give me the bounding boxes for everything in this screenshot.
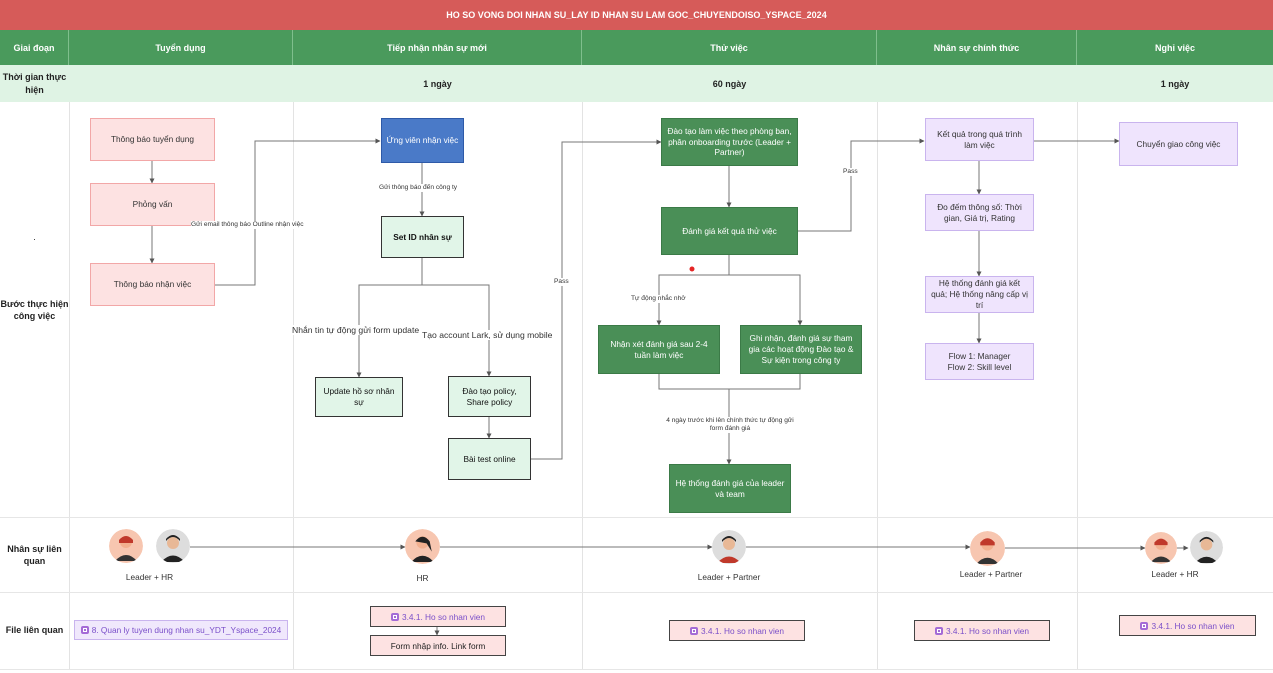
avatar-male-icon bbox=[156, 529, 190, 563]
file-link-label: 3.4.1. Ho so nhan vien bbox=[1151, 620, 1235, 631]
file-link-input-form[interactable]: Form nhập info. Link form bbox=[370, 635, 506, 656]
node-set-id[interactable]: Set ID nhân sự bbox=[381, 216, 464, 258]
node-flow[interactable]: Flow 1: Manager Flow 2: Skill level bbox=[925, 343, 1034, 380]
node-online-test[interactable]: Bài test online bbox=[448, 438, 531, 480]
node-department-training[interactable]: Đào tạo làm việc theo phòng ban, phân on… bbox=[661, 118, 798, 166]
edge-label-pass: Pass bbox=[554, 278, 569, 286]
edge-label-create-account: Tạo account Lark, sử dụng mobile bbox=[422, 330, 553, 340]
edge-label-four-days: 4 ngày trước khi lên chính thức tự động … bbox=[664, 417, 796, 433]
document-icon bbox=[80, 626, 89, 634]
avatar-male-icon bbox=[1190, 531, 1223, 564]
document-icon bbox=[934, 626, 943, 635]
file-link-profile-official[interactable]: 3.4.1. Ho so nhan vien bbox=[914, 620, 1050, 641]
edge-label-notify-company: Gửi thông báo đến công ty bbox=[379, 184, 458, 192]
edge-label-auto-message: Nhắn tin tự động gửi form update bbox=[292, 325, 420, 335]
file-link-label: Form nhập info. Link form bbox=[390, 640, 486, 651]
document-icon bbox=[689, 626, 698, 635]
people-label-probation: Leader + Partner bbox=[697, 572, 761, 582]
file-link-profile-probation[interactable]: 3.4.1. Ho so nhan vien bbox=[669, 620, 805, 641]
node-promotion-system[interactable]: Hệ thống đánh giá kết quả; Hệ thống nâng… bbox=[925, 276, 1034, 313]
node-probation-review[interactable]: Đánh giá kết quả thử việc bbox=[661, 207, 798, 255]
people-label-official: Leader + Partner bbox=[959, 569, 1023, 579]
node-job-posting[interactable]: Thông báo tuyển dụng bbox=[90, 118, 215, 161]
document-icon bbox=[390, 612, 399, 621]
avatar-female-icon bbox=[1145, 532, 1177, 564]
document-icon bbox=[1140, 621, 1149, 630]
node-work-results[interactable]: Kết quả trong quá trình làm việc bbox=[925, 118, 1034, 161]
node-job-offer[interactable]: Thông báo nhận việc bbox=[90, 263, 215, 306]
file-link-recruitment[interactable]: 8. Quan ly tuyen dung nhan su_YDT_Yspace… bbox=[74, 620, 288, 640]
avatar-female-icon bbox=[109, 529, 143, 563]
node-candidate-accepts[interactable]: Ứng viên nhận việc bbox=[381, 118, 464, 163]
node-activity-participation[interactable]: Ghi nhận, đánh giá sự tham gia các hoạt … bbox=[740, 325, 862, 374]
node-update-profile[interactable]: Update hồ sơ nhân sự bbox=[315, 377, 403, 417]
node-handover[interactable]: Chuyển giao công việc bbox=[1119, 122, 1238, 166]
file-link-label: 8. Quan ly tuyen dung nhan su_YDT_Yspace… bbox=[91, 625, 282, 635]
avatar-female-icon bbox=[970, 531, 1005, 566]
people-label-onboarding: HR bbox=[416, 573, 429, 583]
node-feedback-2-4-weeks[interactable]: Nhận xét đánh giá sau 2-4 tuần làm việc bbox=[598, 325, 720, 374]
file-link-profile-resignation[interactable]: 3.4.1. Ho so nhan vien bbox=[1119, 615, 1256, 636]
file-link-profile-onboarding[interactable]: 3.4.1. Ho so nhan vien bbox=[370, 606, 506, 627]
avatar-male-icon bbox=[712, 530, 746, 564]
edge-label-pass: Pass bbox=[843, 168, 858, 176]
people-label-recruitment: Leader + HR bbox=[125, 572, 174, 582]
people-label-resignation: Leader + HR bbox=[1151, 569, 1199, 579]
file-link-label: 3.4.1. Ho so nhan vien bbox=[700, 625, 785, 636]
node-metrics[interactable]: Đo đếm thông số: Thời gian, Giá trị, Rat… bbox=[925, 194, 1034, 231]
edge-label-send-email: Gửi email thông báo Outline nhận việc bbox=[191, 221, 304, 229]
avatar-female-icon bbox=[405, 529, 440, 564]
node-policy-training[interactable]: Đào tạo policy, Share policy bbox=[448, 376, 531, 417]
edge-label-auto-reminder: Tự động nhắc nhở bbox=[631, 295, 686, 303]
node-interview[interactable]: Phỏng vấn bbox=[90, 183, 215, 226]
file-link-label: 3.4.1. Ho so nhan vien bbox=[401, 611, 486, 622]
node-leader-review-system[interactable]: Hệ thống đánh giá của leader và team bbox=[669, 464, 791, 513]
file-link-label: 3.4.1. Ho so nhan vien bbox=[945, 625, 1030, 636]
